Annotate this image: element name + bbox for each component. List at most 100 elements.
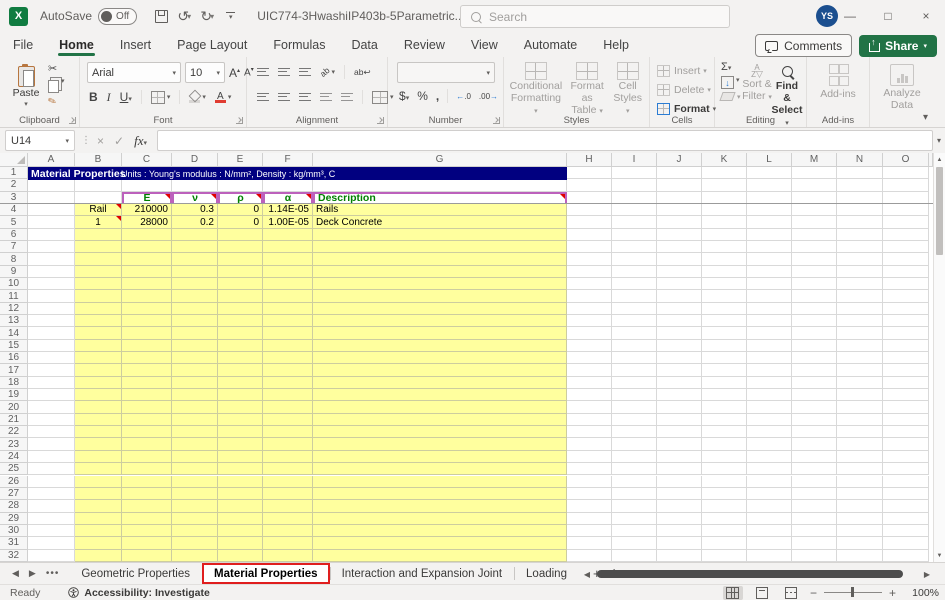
cell-B29[interactable] [75, 513, 122, 525]
cell-N26[interactable] [837, 476, 883, 488]
cell-B14[interactable] [75, 327, 122, 339]
row-header-26[interactable]: 26 [0, 476, 28, 488]
cell-C25[interactable] [122, 463, 172, 475]
cell-A26[interactable] [28, 476, 75, 488]
cell-E5[interactable]: 0 [218, 216, 263, 228]
cell-F10[interactable] [263, 278, 313, 290]
cell-N20[interactable] [837, 401, 883, 413]
cell-O13[interactable] [883, 315, 929, 327]
cell-B7[interactable] [75, 241, 122, 253]
cell-B28[interactable] [75, 500, 122, 512]
addins-button[interactable]: Add-ins [813, 59, 863, 100]
cell-H1[interactable] [567, 167, 612, 179]
cell-M28[interactable] [792, 500, 837, 512]
cell-K30[interactable] [702, 525, 747, 537]
underline-button[interactable]: U▾ [120, 88, 132, 106]
row-header-31[interactable]: 31 [0, 537, 28, 549]
cell-B22[interactable] [75, 426, 122, 438]
cell-I16[interactable] [612, 352, 657, 364]
cell-N5[interactable] [837, 216, 883, 228]
cell-C26[interactable] [122, 476, 172, 488]
align-middle-button[interactable] [278, 68, 290, 77]
cell-L19[interactable] [747, 389, 792, 401]
cell-F19[interactable] [263, 389, 313, 401]
cell-O28[interactable] [883, 500, 929, 512]
cell-B8[interactable] [75, 253, 122, 265]
cell-G8[interactable] [313, 253, 567, 265]
cell-E30[interactable] [218, 525, 263, 537]
cell-C23[interactable] [122, 438, 172, 450]
cell-M32[interactable] [792, 550, 837, 562]
font-dialog-launcher[interactable] [236, 117, 243, 124]
row-header-13[interactable]: 13 [0, 315, 28, 327]
cell-F27[interactable] [263, 488, 313, 500]
cell-B10[interactable] [75, 278, 122, 290]
cell-F32[interactable] [263, 550, 313, 562]
cell-F25[interactable] [263, 463, 313, 475]
alignment-dialog-launcher[interactable] [377, 117, 384, 124]
cell-I18[interactable] [612, 377, 657, 389]
cell-C30[interactable] [122, 525, 172, 537]
cell-I10[interactable] [612, 278, 657, 290]
cell-I31[interactable] [612, 537, 657, 549]
cell-O9[interactable] [883, 266, 929, 278]
cell-M22[interactable] [792, 426, 837, 438]
cell-J23[interactable] [657, 438, 702, 450]
cell-E29[interactable] [218, 513, 263, 525]
cell-C21[interactable] [122, 414, 172, 426]
cell-A25[interactable] [28, 463, 75, 475]
cell-K22[interactable] [702, 426, 747, 438]
cell-I4[interactable] [612, 204, 657, 216]
cell-E12[interactable] [218, 303, 263, 315]
cell-N16[interactable] [837, 352, 883, 364]
cell-G25[interactable] [313, 463, 567, 475]
column-header-N[interactable]: N [837, 153, 883, 167]
name-box[interactable]: U14 ▾ [5, 130, 75, 151]
cell-F29[interactable] [263, 513, 313, 525]
cell-F11[interactable] [263, 290, 313, 302]
cell-G14[interactable] [313, 327, 567, 339]
row-header-18[interactable]: 18 [0, 377, 28, 389]
row-header-5[interactable]: 5 [0, 216, 28, 228]
cell-C13[interactable] [122, 315, 172, 327]
excel-logo-icon[interactable] [9, 7, 28, 26]
cell-M26[interactable] [792, 476, 837, 488]
ribbon-tab-data[interactable]: Data [338, 32, 390, 57]
cell-J24[interactable] [657, 451, 702, 463]
cell-N7[interactable] [837, 241, 883, 253]
column-header-K[interactable]: K [702, 153, 747, 167]
cell-K25[interactable] [702, 463, 747, 475]
cell-D7[interactable] [172, 241, 218, 253]
cell-D28[interactable] [172, 500, 218, 512]
cell-I13[interactable] [612, 315, 657, 327]
share-button[interactable]: Share ▾ [859, 35, 937, 57]
cell-K17[interactable] [702, 364, 747, 376]
cell-A32[interactable] [28, 550, 75, 562]
cell-O17[interactable] [883, 364, 929, 376]
autosum-button[interactable]: Σ▾ [721, 61, 741, 73]
decrease-indent-button[interactable] [320, 93, 332, 102]
cell-L30[interactable] [747, 525, 792, 537]
cell-F21[interactable] [263, 414, 313, 426]
cell-C31[interactable] [122, 537, 172, 549]
column-header-C[interactable]: C [122, 153, 172, 167]
row-header-24[interactable]: 24 [0, 451, 28, 463]
cell-C12[interactable] [122, 303, 172, 315]
cell-I19[interactable] [612, 389, 657, 401]
row-header-19[interactable]: 19 [0, 389, 28, 401]
cell-B24[interactable] [75, 451, 122, 463]
cell-M13[interactable] [792, 315, 837, 327]
cell-F4[interactable]: 1.14E-05 [263, 204, 313, 216]
next-sheet-button[interactable]: ▶ [29, 568, 36, 579]
cell-A24[interactable] [28, 451, 75, 463]
horizontal-scrollbar[interactable]: ◀ ▶ [581, 563, 933, 585]
comma-style-button[interactable]: , [436, 89, 439, 103]
cell-N24[interactable] [837, 451, 883, 463]
align-bottom-button[interactable] [299, 68, 311, 77]
cell-D31[interactable] [172, 537, 218, 549]
scroll-right-icon[interactable]: ▶ [921, 570, 933, 579]
column-header-J[interactable]: J [657, 153, 702, 167]
cell-C6[interactable] [122, 229, 172, 241]
font-name-select[interactable]: Arial▾ [87, 62, 181, 83]
cell-L22[interactable] [747, 426, 792, 438]
